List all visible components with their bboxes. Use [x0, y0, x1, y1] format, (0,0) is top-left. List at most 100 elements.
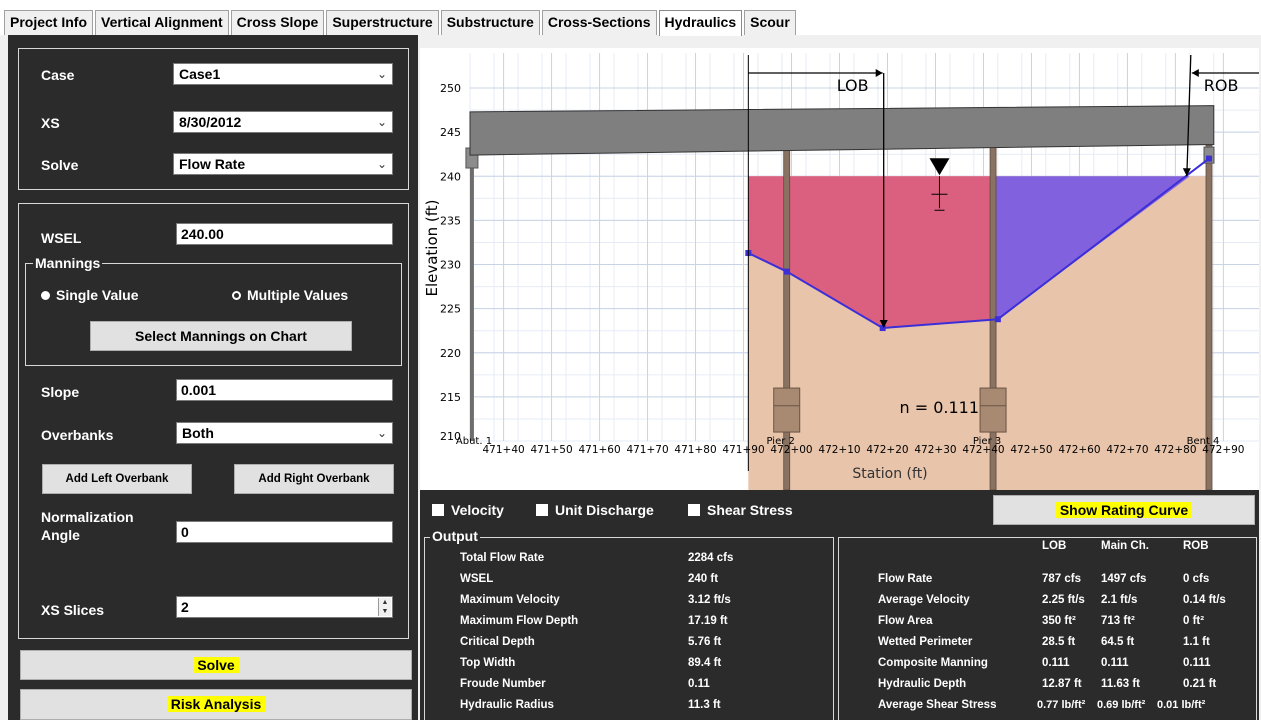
mannings-legend: Mannings [33, 255, 103, 271]
single-value-radio[interactable]: Single Value [41, 287, 138, 303]
spinner-arrows-icon[interactable]: ▲ ▼ [378, 598, 391, 616]
pier-label: Bent 4 [1187, 436, 1220, 447]
x-tick-label: 471+60 [578, 444, 620, 456]
rob-label: ROB [1204, 76, 1239, 95]
output-subsection-value: 0.01 lb/ft² [1157, 699, 1206, 711]
case-label: Case [41, 67, 75, 83]
chevron-down-icon: ⌄ [376, 67, 387, 81]
x-tick-label: 472+20 [866, 444, 908, 456]
slope-label: Slope [41, 384, 80, 400]
chevron-down-icon: ⌄ [376, 426, 387, 440]
x-tick-label: 472+60 [1058, 444, 1100, 456]
output-subsection-value: 2.25 ft/s [1042, 594, 1085, 606]
output-subsection-value: 0.111 [1101, 657, 1129, 669]
output-subsection-value: 0.21 ft [1183, 678, 1217, 690]
output-label: Critical Depth [460, 636, 535, 648]
output-subsection-value: 0.77 lb/ft² [1037, 699, 1086, 711]
y-tick-label: 245 [440, 126, 461, 139]
output-value: 0.11 [688, 678, 710, 690]
single-value-label: Single Value [56, 287, 139, 303]
slope-input[interactable]: 0.001 [176, 379, 393, 401]
output-subsection-group [838, 537, 1257, 720]
profile-point [994, 316, 1001, 323]
output-value: 2284 cfs [688, 552, 734, 564]
hydraulics-input-panel: Case Case1 ⌄ XS 8/30/2012 ⌄ Solve Flow Rat… [8, 35, 418, 720]
output-label: Maximum Velocity [460, 594, 560, 606]
solve-dropdown[interactable]: Flow Rate ⌄ [173, 153, 393, 175]
output-subsection-value: 1497 cfs [1101, 573, 1147, 585]
output-label: Top Width [460, 657, 516, 669]
output-value: 89.4 ft [688, 657, 722, 669]
xs-slices-value: 2 [181, 599, 189, 615]
radio-selected-icon [41, 291, 50, 300]
output-value: 3.12 ft/s [688, 594, 731, 606]
overbanks-dropdown[interactable]: Both ⌄ [176, 422, 393, 444]
profile-point [783, 268, 790, 275]
pier-label: Abut. 1 [456, 436, 492, 447]
output-label: Maximum Flow Depth [460, 615, 579, 627]
output-subsection-label: Average Velocity [878, 594, 970, 606]
multiple-values-radio[interactable]: Multiple Values [232, 287, 348, 303]
wsel-input[interactable]: 240.00 [176, 223, 393, 245]
cross-section-chart[interactable]: LOB ROB n = 0.111 215 220 225 230 235 240 245 250 2… [420, 48, 1259, 490]
y-tick-label: 225 [440, 303, 461, 316]
case-value: Case1 [179, 66, 221, 82]
add-right-overbank-button[interactable]: Add Right Overbank [234, 464, 394, 494]
output-column-header: LOB [1042, 540, 1067, 552]
output-label: Hydraulic Radius [460, 699, 554, 711]
solve-button[interactable]: Solve [20, 650, 412, 680]
show-rating-curve-button[interactable]: Show Rating Curve [993, 495, 1255, 525]
output-subsection-value: 28.5 ft [1042, 636, 1076, 648]
output-label: Total Flow Rate [460, 552, 545, 564]
x-tick-label: 472+70 [1106, 444, 1148, 456]
xs-slices-label: XS Slices [41, 602, 105, 618]
xs-dropdown[interactable]: 8/30/2012 ⌄ [173, 111, 393, 133]
solve-value: Flow Rate [179, 156, 246, 172]
risk-analysis-label: Risk Analysis [166, 696, 266, 712]
normalization-angle-input[interactable]: 0 [176, 521, 393, 543]
y-tick-label: 235 [440, 214, 461, 227]
xs-value: 8/30/2012 [179, 114, 242, 130]
tab-cross-slope[interactable]: Cross Slope [230, 10, 325, 35]
output-subsection-label: Wetted Perimeter [878, 636, 973, 648]
multiple-values-label: Multiple Values [247, 287, 349, 303]
tab-substructure[interactable]: Substructure [440, 10, 540, 35]
tab-cross-sections[interactable]: Cross-Sections [541, 10, 657, 35]
pier-label: Pier 3 [973, 436, 1001, 447]
x-tick-label: 471+90 [722, 444, 764, 456]
chart-svg[interactable]: LOB ROBn = 0.1112152202252302352402452502… [420, 48, 1259, 490]
tab-vertical-alignment[interactable]: Vertical Alignment [95, 10, 229, 35]
checkbox-icon [536, 504, 548, 516]
case-dropdown[interactable]: Case1 ⌄ [173, 63, 393, 85]
x-tick-label: 472+10 [818, 444, 860, 456]
output-label: Froude Number [460, 678, 546, 690]
tab-superstructure[interactable]: Superstructure [326, 10, 439, 35]
tab-hydraulics[interactable]: Hydraulics [658, 10, 743, 36]
unit-discharge-checkbox[interactable]: Unit Discharge [536, 502, 654, 518]
output-subsection-value: 350 ft² [1042, 615, 1076, 627]
pier-label: Pier 2 [767, 436, 795, 447]
risk-analysis-button[interactable]: Risk Analysis [20, 689, 412, 720]
overbanks-value: Both [182, 425, 214, 441]
tab-bar: Project Info Vertical Alignment Cross Sl… [0, 0, 1261, 36]
xs-slices-stepper[interactable]: 2 ▲ ▼ [176, 596, 393, 618]
shear-stress-checkbox[interactable]: Shear Stress [688, 502, 793, 518]
add-left-overbank-button[interactable]: Add Left Overbank [42, 464, 192, 494]
lob-label: LOB [837, 76, 869, 95]
output-subsection-label: Hydraulic Depth [878, 678, 967, 690]
tab-project-info[interactable]: Project Info [4, 10, 94, 35]
select-mannings-button[interactable]: Select Mannings on Chart [90, 321, 352, 351]
x-tick-label: 471+70 [626, 444, 668, 456]
chevron-down-icon: ⌄ [376, 157, 387, 171]
output-value: 5.76 ft [688, 636, 722, 648]
normalization-label: Normalization [41, 509, 134, 525]
output-subsection-value: 0.111 [1042, 657, 1070, 669]
output-subsection-value: 0 ft² [1183, 615, 1205, 627]
y-tick-label: 215 [440, 391, 461, 404]
unit-discharge-label: Unit Discharge [555, 502, 654, 518]
tab-scour[interactable]: Scour [744, 10, 796, 35]
output-panel: Output Total Flow Rate 2284 cfs WSEL 240 ft… [420, 528, 1259, 720]
velocity-checkbox[interactable]: Velocity [432, 502, 504, 518]
x-axis-title: Station (ft) [852, 466, 927, 482]
pier-footing [773, 387, 801, 433]
